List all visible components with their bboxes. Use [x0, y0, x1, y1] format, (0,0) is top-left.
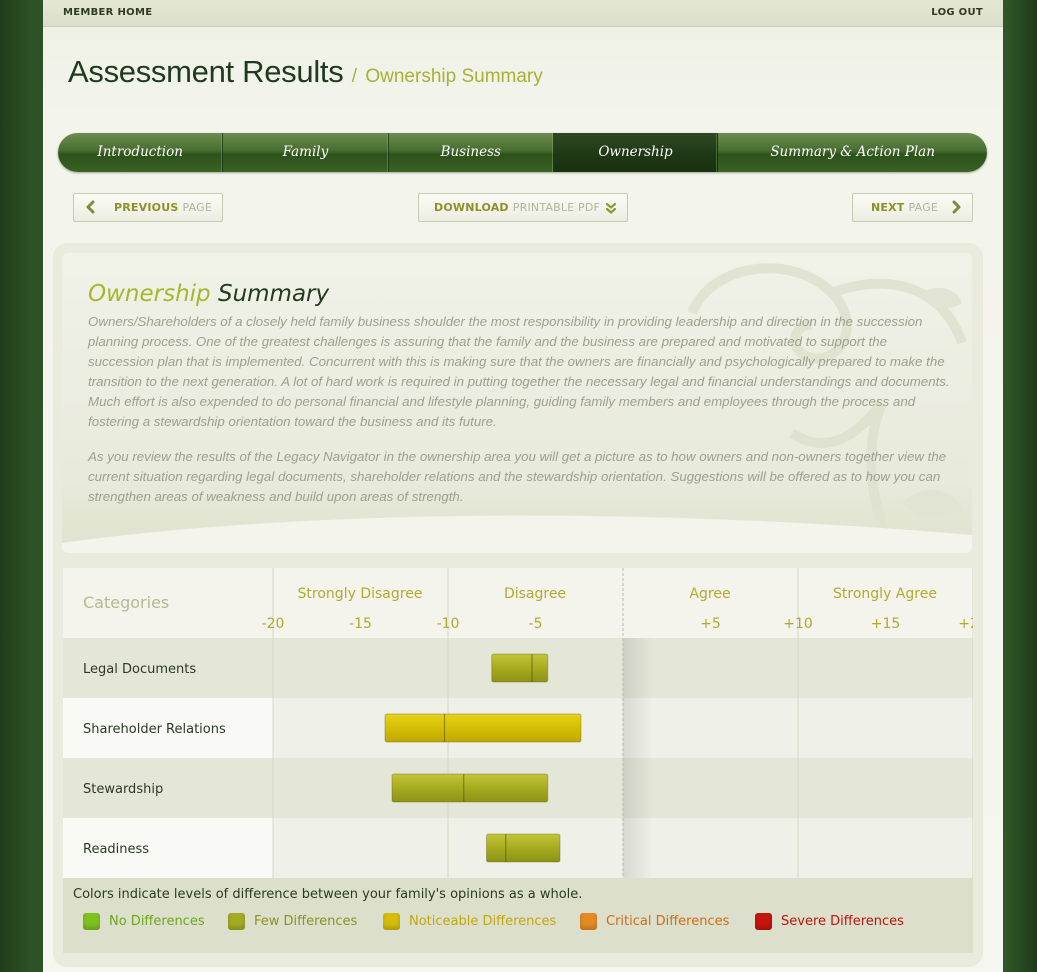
summary-title-highlight: Ownership	[88, 281, 211, 307]
page-container: MEMBER HOME LOG OUT Assessment Results /…	[43, 0, 1003, 972]
row-label-stewardship: Stewardship	[83, 782, 163, 797]
page-title-sub: Ownership Summary	[365, 66, 543, 87]
categories-header: Categories	[83, 593, 169, 612]
legend-item-noticeable-differences: Noticeable Differences	[383, 913, 556, 930]
row-label-shareholder-relations: Shareholder Relations	[83, 722, 226, 737]
next-label-light: PAGE	[908, 201, 939, 214]
page-title: Assessment Results / Ownership Summary	[68, 54, 543, 90]
tick-label: -5	[529, 616, 543, 632]
tick-label: -10	[437, 616, 460, 632]
previous-label-light: PAGE	[182, 201, 213, 214]
result-bar[interactable]	[491, 653, 549, 683]
legend-swatch-red	[755, 913, 772, 930]
legend-label-severe-differences: Severe Differences	[781, 914, 904, 929]
tab-family[interactable]: Family	[223, 133, 389, 172]
tick-label: +15	[871, 616, 901, 632]
legend-item-few-differences: Few Differences	[228, 913, 357, 930]
tab-business[interactable]: Business	[389, 133, 554, 172]
tab-ownership[interactable]: Ownership	[553, 133, 719, 172]
wave-divider	[62, 515, 972, 553]
download-pdf-button[interactable]: DOWNLOAD PRINTABLE PDF	[418, 193, 628, 222]
scale-group-disagree: Disagree	[504, 586, 566, 602]
summary-paragraph-2: As you review the results of the Legacy …	[88, 449, 947, 504]
tick-label: -15	[349, 616, 372, 632]
summary-paragraph-1: Owners/Shareholders of a closely held fa…	[88, 314, 950, 429]
page-title-separator: /	[351, 66, 358, 87]
row-label-legal-documents: Legal Documents	[83, 662, 196, 677]
result-bar[interactable]	[384, 713, 582, 743]
result-bar[interactable]	[486, 833, 561, 863]
next-label-bold: NEXT	[871, 201, 905, 214]
legend-label-noticeable-differences: Noticeable Differences	[409, 914, 557, 929]
center-shadow	[623, 638, 653, 878]
download-label-bold: DOWNLOAD	[434, 201, 509, 214]
download-label-light: PRINTABLE PDF	[512, 201, 601, 214]
chevron-left-icon	[86, 200, 95, 214]
log-out-link[interactable]: LOG OUT	[931, 7, 983, 18]
result-bar[interactable]	[391, 773, 549, 803]
top-bar: MEMBER HOME LOG OUT	[43, 0, 1003, 27]
results-chart: Categories Strongly Disagree Disagree Ag…	[63, 568, 973, 878]
scale-group-strongly-disagree: Strongly Disagree	[298, 586, 423, 602]
main-tab-bar: Introduction Family Business Ownership S…	[58, 133, 987, 172]
scale-group-agree: Agree	[689, 586, 730, 602]
tab-summary-action-plan[interactable]: Summary & Action Plan	[718, 133, 987, 172]
legend-swatch-yellow	[383, 913, 400, 930]
summary-title: Ownership Summary	[88, 281, 329, 307]
previous-label-bold: PREVIOUS	[114, 201, 179, 214]
legend-item-severe-differences: Severe Differences	[755, 913, 904, 930]
legend: Colors indicate levels of difference bet…	[63, 878, 973, 953]
previous-page-button[interactable]: PREVIOUS PAGE	[73, 193, 223, 222]
scale-group-strongly-agree: Strongly Agree	[833, 586, 937, 602]
legend-swatch-olive	[228, 913, 245, 930]
legend-swatch-orange	[580, 913, 597, 930]
legend-item-no-differences: No Differences	[83, 913, 205, 930]
member-home-link[interactable]: MEMBER HOME	[63, 7, 152, 18]
tick-label: +10	[783, 616, 813, 632]
legend-caption: Colors indicate levels of difference bet…	[73, 887, 583, 902]
tick-label: +5	[700, 616, 721, 632]
chart-header-bg	[63, 568, 973, 638]
next-page-button[interactable]: NEXT PAGE	[852, 193, 973, 222]
tab-introduction[interactable]: Introduction	[58, 133, 224, 172]
row-label-readiness: Readiness	[83, 842, 149, 857]
legend-label-no-differences: No Differences	[109, 914, 205, 929]
chevron-right-icon	[952, 200, 961, 214]
legend-label-few-differences: Few Differences	[254, 914, 358, 929]
tick-label: -20	[262, 616, 285, 632]
summary-section: Ownership Summary Owners/Shareholders of…	[62, 253, 972, 553]
legend-swatch-green	[83, 913, 100, 930]
tick-label: +20	[958, 616, 973, 632]
summary-title-rest: Summary	[217, 281, 330, 307]
legend-label-critical-differences: Critical Differences	[606, 914, 730, 929]
results-chart-svg: Categories Strongly Disagree Disagree Ag…	[63, 568, 973, 878]
legend-item-critical-differences: Critical Differences	[580, 913, 729, 930]
double-chevron-down-icon	[605, 202, 617, 214]
page-title-main: Assessment Results	[68, 54, 344, 89]
